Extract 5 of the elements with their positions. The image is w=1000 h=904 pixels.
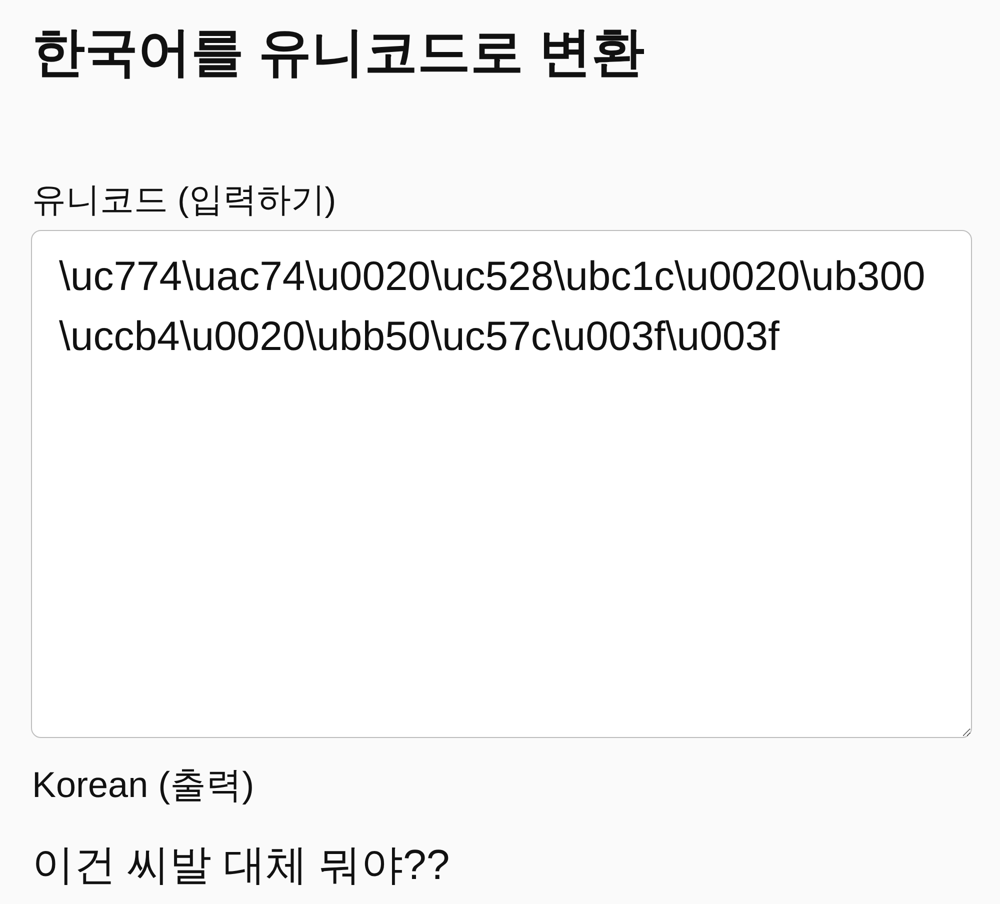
input-label: 유니코드 (입력하기) [32,180,336,220]
page-title: 한국어를 유니코드로 변환 [32,23,644,83]
korean-output-text: 이건 씨발 대체 뭐야?? [32,840,450,890]
unicode-input-field[interactable]: \uc774\uac74\u0020\uc528\ubc1c\u0020\ub300\uccb4\u0020\ubb50\uc57c\u003f\u003f [31,230,972,738]
output-label: Korean (출력) [32,765,254,805]
